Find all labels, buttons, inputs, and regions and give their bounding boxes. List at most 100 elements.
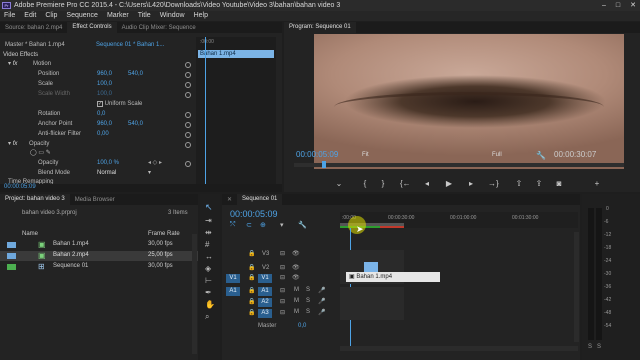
menu-window[interactable]: Window xyxy=(160,11,185,21)
checkbox-checked-icon[interactable]: ✓ xyxy=(97,101,103,107)
mini-clip-bar[interactable]: Bahan 1.mp4 xyxy=(198,50,274,58)
hand-tool-icon[interactable]: ✋ xyxy=(205,300,215,309)
chevron-down-icon[interactable]: ▾ xyxy=(148,169,151,178)
add-marker-icon[interactable]: ⌄ xyxy=(334,179,344,188)
slip-tool-icon[interactable]: ⊢ xyxy=(205,276,212,285)
eye-icon[interactable]: 👁 xyxy=(292,264,300,271)
scale-reset-icon[interactable] xyxy=(185,82,191,88)
track-select-tool-icon[interactable]: ⇥ xyxy=(205,216,212,225)
dragged-clip[interactable] xyxy=(364,262,378,272)
go-to-out-icon[interactable]: →} xyxy=(488,179,499,188)
mark-in-icon[interactable]: { xyxy=(360,179,370,188)
ripple-edit-tool-icon[interactable]: ⇹ xyxy=(205,228,212,237)
linked-selection-icon[interactable]: ⊕ xyxy=(260,221,266,229)
menu-help[interactable]: Help xyxy=(194,11,208,21)
menu-title[interactable]: Title xyxy=(138,11,151,21)
menu-file[interactable]: File xyxy=(4,11,15,21)
timeline-vertical-scrollbar[interactable] xyxy=(574,232,579,342)
project-scrollbar[interactable] xyxy=(192,234,197,354)
anti-flicker-value[interactable]: 0,00 xyxy=(97,130,109,139)
tab-project[interactable]: Project: bahan video 3 xyxy=(0,194,70,205)
solo-left-button[interactable]: S xyxy=(588,344,592,350)
anchor-y-value[interactable]: 540,0 xyxy=(128,120,143,129)
opacity-row[interactable]: ▾ fx Opacity xyxy=(8,140,49,149)
opacity-value[interactable]: 100,0 % xyxy=(97,159,119,168)
eye-icon[interactable]: 👁 xyxy=(292,274,300,281)
add-button-icon[interactable]: + xyxy=(592,179,602,188)
microphone-icon[interactable]: 🎤 xyxy=(318,309,325,316)
wrench-icon[interactable]: 🔧 xyxy=(536,151,546,160)
step-back-icon[interactable]: ◂ xyxy=(422,179,432,188)
mute-button[interactable]: M xyxy=(294,298,299,304)
scale-value[interactable]: 100,0 xyxy=(97,80,112,89)
solo-button[interactable]: S xyxy=(306,309,310,315)
source-patch-v1[interactable]: V1 xyxy=(226,274,240,283)
mark-out-icon[interactable]: } xyxy=(378,179,388,188)
sync-lock-icon[interactable]: ⊟ xyxy=(280,274,285,281)
motion-row[interactable]: ▾ fx Motion xyxy=(8,60,51,69)
tab-program[interactable]: Program: Sequence 01 xyxy=(284,22,356,33)
lock-icon[interactable]: 🔒 xyxy=(248,264,255,271)
track-target-a1[interactable]: A1 xyxy=(258,287,272,296)
export-frame-icon[interactable]: ◙ xyxy=(554,179,564,188)
scale-width-reset-icon[interactable] xyxy=(185,92,191,98)
master-volume-value[interactable]: 0,0 xyxy=(298,323,306,329)
blend-mode-select[interactable]: Normal xyxy=(97,169,116,178)
microphone-icon[interactable]: 🎤 xyxy=(318,287,325,294)
master-clip-label[interactable]: Master * Bahan 1.mp4 xyxy=(5,41,65,50)
effect-mini-timeline[interactable]: :00:00 Bahan 1.mp4 xyxy=(196,37,276,185)
eye-icon[interactable]: 👁 xyxy=(292,250,300,257)
opacity-value-reset-icon[interactable] xyxy=(185,161,191,167)
keyframe-nav-icon[interactable]: ◂ ◇ ▸ xyxy=(148,159,162,168)
microphone-icon[interactable]: 🎤 xyxy=(318,298,325,305)
chevron-down-icon[interactable]: ▾ xyxy=(8,141,11,147)
lock-icon[interactable]: 🔒 xyxy=(248,250,255,257)
tab-audio-clip-mixer[interactable]: Audio Clip Mixer: Sequence xyxy=(117,25,201,31)
sync-lock-icon[interactable]: ⊟ xyxy=(280,287,285,294)
column-name-header[interactable]: Name xyxy=(22,230,38,239)
timeline-scrollbar[interactable] xyxy=(340,346,578,351)
lock-icon[interactable]: 🔒 xyxy=(248,287,255,294)
nest-icon[interactable]: ⤲ xyxy=(230,221,236,229)
rate-stretch-tool-icon[interactable]: ↔ xyxy=(205,252,213,261)
motion-reset-icon[interactable] xyxy=(185,62,191,68)
tab-source[interactable]: Source: bahan 2.mp4 xyxy=(0,25,67,31)
chevron-down-icon[interactable]: ▾ xyxy=(8,61,11,67)
mute-button[interactable]: M xyxy=(294,309,299,315)
tab-media-browser[interactable]: Media Browser xyxy=(70,197,120,203)
zoom-tool-icon[interactable]: ⌕ xyxy=(205,312,209,322)
sequence-clip-label[interactable]: Sequence 01 * Bahan 1... xyxy=(96,41,164,50)
play-icon[interactable]: ▶ xyxy=(444,179,454,188)
snap-icon[interactable]: ⊂ xyxy=(246,221,252,229)
quality-select[interactable]: Full xyxy=(492,152,502,158)
list-item[interactable]: ▣ Bahan 2.mp4 25,00 fps xyxy=(0,251,198,261)
timeline-timecode[interactable]: 00:00:05:09 xyxy=(230,209,278,219)
razor-tool-icon[interactable]: ◈ xyxy=(205,264,211,273)
menu-sequence[interactable]: Sequence xyxy=(66,11,98,21)
wrench-icon[interactable]: 🔧 xyxy=(298,221,307,229)
lock-icon[interactable]: 🔒 xyxy=(248,274,255,281)
lock-icon[interactable]: 🔒 xyxy=(248,309,255,316)
opacity-reset-icon[interactable] xyxy=(185,142,191,148)
close-icon[interactable]: ✕ xyxy=(222,196,237,203)
track-target-a2[interactable]: A2 xyxy=(258,298,272,307)
mini-playhead[interactable] xyxy=(205,37,206,185)
anchor-x-value[interactable]: 960,0 xyxy=(97,120,112,129)
uniform-scale-row[interactable]: ✓ Uniform Scale xyxy=(97,100,142,109)
column-frame-rate-header[interactable]: Frame Rate xyxy=(148,230,180,239)
rolling-edit-tool-icon[interactable]: # xyxy=(205,240,209,249)
mute-button[interactable]: M xyxy=(294,287,299,293)
timeline-ruler[interactable]: :00:00 00:00:30:00 00:01:00:00 00:01:30:… xyxy=(340,212,578,228)
timeline-clip[interactable]: ▣ Bahan 1.mp4 xyxy=(346,272,440,282)
menu-edit[interactable]: Edit xyxy=(24,11,36,21)
extract-icon[interactable]: ⇪ xyxy=(534,179,544,188)
rotation-value[interactable]: 0,0 xyxy=(97,110,105,119)
tab-effect-controls[interactable]: Effect Controls xyxy=(67,22,117,33)
position-reset-icon[interactable] xyxy=(185,72,191,78)
maximize-button[interactable]: □ xyxy=(616,0,620,11)
step-forward-icon[interactable]: ▸ xyxy=(466,179,476,188)
solo-button[interactable]: S xyxy=(306,298,310,304)
lift-icon[interactable]: ⇧ xyxy=(514,179,524,188)
program-playhead[interactable] xyxy=(322,161,326,168)
pen-mask-icon[interactable]: ✎ xyxy=(46,150,51,156)
